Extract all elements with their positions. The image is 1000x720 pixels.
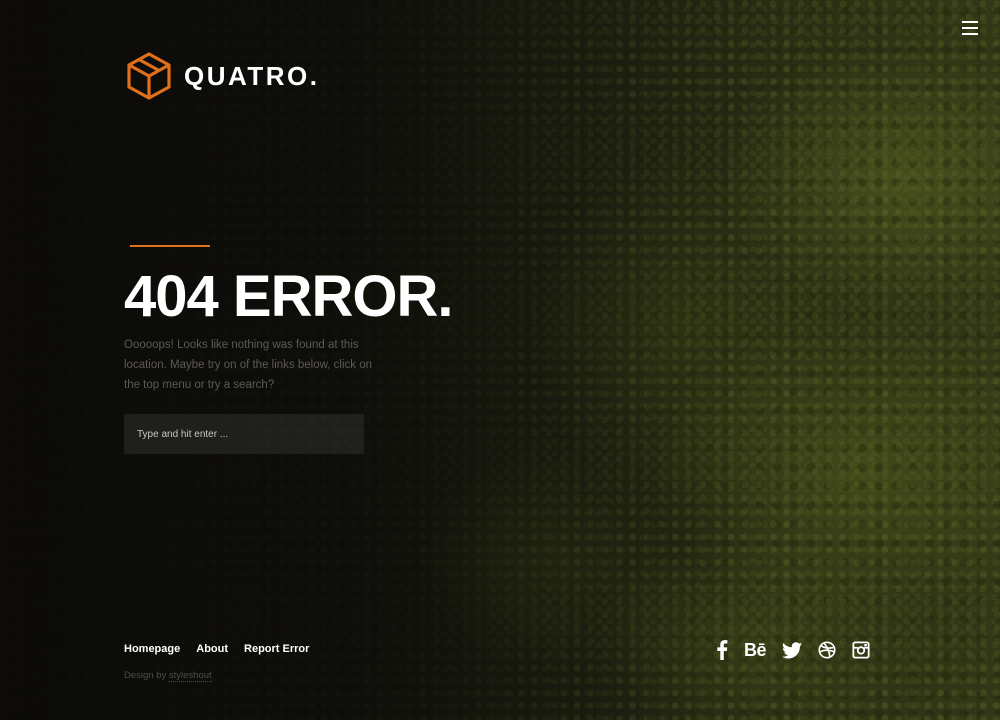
social-links: Bē [716, 638, 870, 662]
footer-link-homepage[interactable]: Homepage [124, 643, 180, 655]
footer-link-report-error[interactable]: Report Error [244, 643, 309, 655]
logo[interactable]: QUATRO. [126, 52, 319, 100]
footer-credit: Design by styleshout [124, 670, 212, 682]
credit-prefix: Design by [124, 670, 167, 681]
twitter-icon[interactable] [782, 638, 803, 662]
credit-link[interactable]: styleshout [168, 670, 212, 682]
error-description: Ooooops! Looks like nothing was found at… [124, 339, 373, 391]
error-page: QUATRO. 404 ERROR. Ooooops! Looks like n… [0, 0, 1000, 720]
behance-icon-text: Bē [744, 639, 767, 660]
instagram-icon[interactable] [852, 638, 870, 662]
page-title: 404 ERROR. [124, 264, 453, 329]
accent-divider [130, 245, 210, 247]
brand-name: QUATRO. [184, 60, 320, 91]
cube-logo-icon [127, 52, 171, 100]
search-input[interactable] [124, 414, 364, 454]
footer-link-about[interactable]: About [196, 643, 228, 655]
behance-icon[interactable]: Bē [744, 638, 767, 662]
search-form [124, 414, 364, 454]
facebook-icon[interactable] [716, 638, 728, 662]
dribbble-icon[interactable] [818, 638, 836, 662]
hamburger-menu-icon[interactable] [960, 18, 982, 36]
footer-nav: Homepage About Report Error [124, 643, 325, 655]
